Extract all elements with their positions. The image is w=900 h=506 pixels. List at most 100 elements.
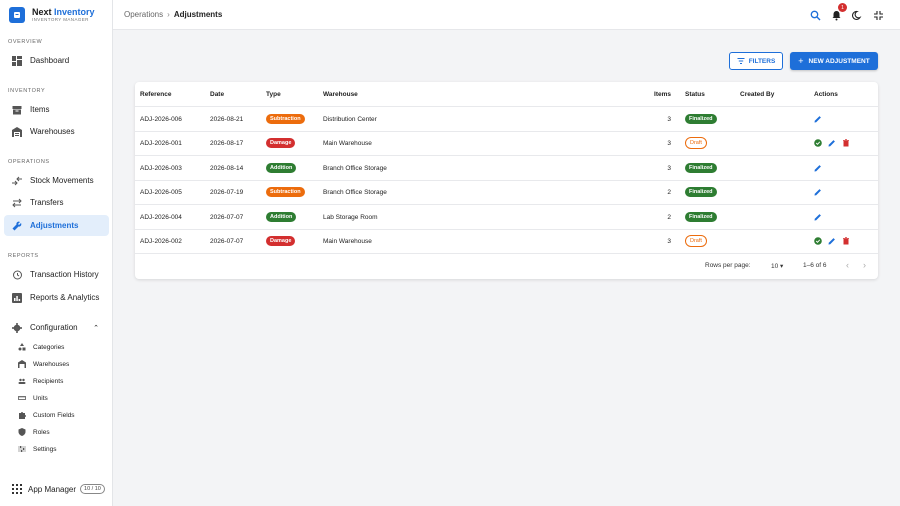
config-item-roles[interactable]: Roles [18,425,50,439]
type-badge: Damage [266,138,296,148]
prev-page-icon[interactable]: ‹ [846,260,849,270]
rows-per-page-select[interactable]: 10 ▾ [771,262,783,270]
table-row[interactable]: ADJ-2026-002 2026-07-07 Damage Main Ware… [135,229,878,254]
pagination-range: 1–6 of 6 [803,262,827,269]
edit-pencil-icon[interactable] [814,213,822,221]
config-item-label: Warehouses [33,360,70,368]
column-header-reference[interactable]: Reference [140,82,171,106]
status-badge: Finalized [685,114,717,124]
cell-items: 3 [667,237,671,245]
collapse-icon[interactable] [873,8,884,20]
finalize-check-icon[interactable] [814,237,822,245]
notification-bell-icon[interactable]: 1 [831,3,847,21]
status-badge: Finalized [685,187,717,197]
filter-icon [737,58,745,64]
config-item-custom-fields[interactable]: Custom Fields [18,408,75,422]
search-icon[interactable] [810,8,821,21]
finalize-check-icon[interactable] [814,139,822,147]
sidebar-item-transaction-history[interactable]: Transaction History [4,264,109,285]
rows-per-page-label: Rows per page: [705,262,751,269]
brand-name: Next Inventory [32,6,95,17]
sidebar-item-label: Transfers [30,198,64,207]
people-icon [18,377,26,385]
cell-items: 3 [667,139,671,147]
breadcrumb-current: Adjustments [173,10,223,19]
edit-pencil-icon[interactable] [814,164,822,172]
table-row[interactable]: ADJ-2026-001 2026-08-17 Damage Main Ware… [135,131,878,156]
transfers-icon [12,198,22,208]
type-badge: Addition [266,163,297,173]
sidebar-item-stock-movements[interactable]: Stock Movements [4,170,109,191]
config-item-units[interactable]: Units [18,391,48,405]
status-badge: Draft [685,137,707,149]
column-header-status[interactable]: Status [685,82,705,106]
delete-trash-icon[interactable] [842,237,850,245]
sidebar-item-transfers[interactable]: Transfers [4,192,109,213]
delete-trash-icon[interactable] [842,139,850,147]
cell-date: 2026-07-19 [210,188,244,196]
filters-button[interactable]: FILTERS [729,52,783,70]
table-row[interactable]: ADJ-2026-006 2026-08-21 Subtraction Dist… [135,107,878,132]
plus-icon: + [798,56,804,66]
config-item-label: Units [33,394,48,402]
config-item-label: Recipients [33,377,64,385]
table-row[interactable]: ADJ-2026-005 2026-07-19 Subtraction Bran… [135,180,878,205]
dark-mode-moon-icon[interactable] [852,8,863,20]
config-item-warehouses[interactable]: Warehouses [18,357,69,371]
type-badge: Addition [266,212,297,222]
app-manager-button[interactable]: App Manager 10 / 10 [12,484,105,494]
cell-warehouse: Main Warehouse [323,237,372,245]
sidebar-item-label: Configuration [30,323,78,332]
sidebar-item-configuration[interactable]: Configuration ⌃ [4,317,109,338]
table-row[interactable]: ADJ-2026-004 2026-07-07 Addition Lab Sto… [135,205,878,230]
section-reports: REPORTS [8,253,39,259]
sidebar: Next Inventory INVENTORY MANAGER OVERVIE… [0,0,113,506]
table-pagination: Rows per page: 10 ▾ 1–6 of 6 ‹ › [135,254,878,278]
sidebar-item-items[interactable]: Items [4,99,109,120]
column-header-type[interactable]: Type [266,82,281,106]
column-header-items[interactable]: Items [645,82,671,106]
cell-date: 2026-07-07 [210,213,244,221]
edit-pencil-icon[interactable] [828,139,836,147]
edit-pencil-icon[interactable] [814,115,822,123]
breadcrumb-separator: › [167,10,170,19]
brand-subtitle: INVENTORY MANAGER [32,16,89,22]
cell-reference: ADJ-2026-001 [140,139,182,147]
cell-date: 2026-08-17 [210,139,244,147]
sidebar-item-dashboard[interactable]: Dashboard [4,50,109,71]
sidebar-item-warehouses[interactable]: Warehouses [4,121,109,142]
adjustments-table: Reference Date Type Warehouse Items Stat… [135,82,878,279]
column-header-warehouse[interactable]: Warehouse [323,82,358,106]
sidebar-item-reports-analytics[interactable]: Reports & Analytics [4,287,109,308]
new-adjustment-button[interactable]: + NEW ADJUSTMENT [790,52,878,70]
stock-movements-icon [12,176,22,186]
edit-pencil-icon[interactable] [814,188,822,196]
cell-warehouse: Lab Storage Room [323,213,378,221]
app-logo-icon [9,7,25,23]
cell-items: 2 [667,188,671,196]
cell-reference: ADJ-2026-005 [140,188,182,196]
column-header-created-by[interactable]: Created By [740,82,774,106]
cell-reference: ADJ-2026-004 [140,213,182,221]
table-row[interactable]: ADJ-2026-003 2026-08-14 Addition Branch … [135,156,878,181]
next-page-icon[interactable]: › [863,260,866,270]
config-item-categories[interactable]: Categories [18,340,64,354]
section-overview: OVERVIEW [8,39,43,45]
config-item-settings[interactable]: Settings [18,442,57,456]
sidebar-item-label: Items [30,105,50,114]
edit-pencil-icon[interactable] [828,237,836,245]
type-badge: Subtraction [266,114,305,124]
config-item-recipients[interactable]: Recipients [18,374,63,388]
topbar: Operations › Adjustments 1 [113,0,900,30]
sliders-icon [18,445,26,453]
sidebar-item-adjustments[interactable]: Adjustments [4,215,109,236]
column-header-date[interactable]: Date [210,82,224,106]
wrench-icon [12,221,22,231]
analytics-icon [12,292,22,303]
cell-reference: ADJ-2026-006 [140,115,182,123]
cell-items: 3 [667,115,671,123]
breadcrumb-parent[interactable]: Operations [124,10,163,19]
status-badge: Finalized [685,163,717,173]
brand[interactable]: Next Inventory INVENTORY MANAGER [0,0,112,30]
config-item-label: Roles [33,428,50,436]
